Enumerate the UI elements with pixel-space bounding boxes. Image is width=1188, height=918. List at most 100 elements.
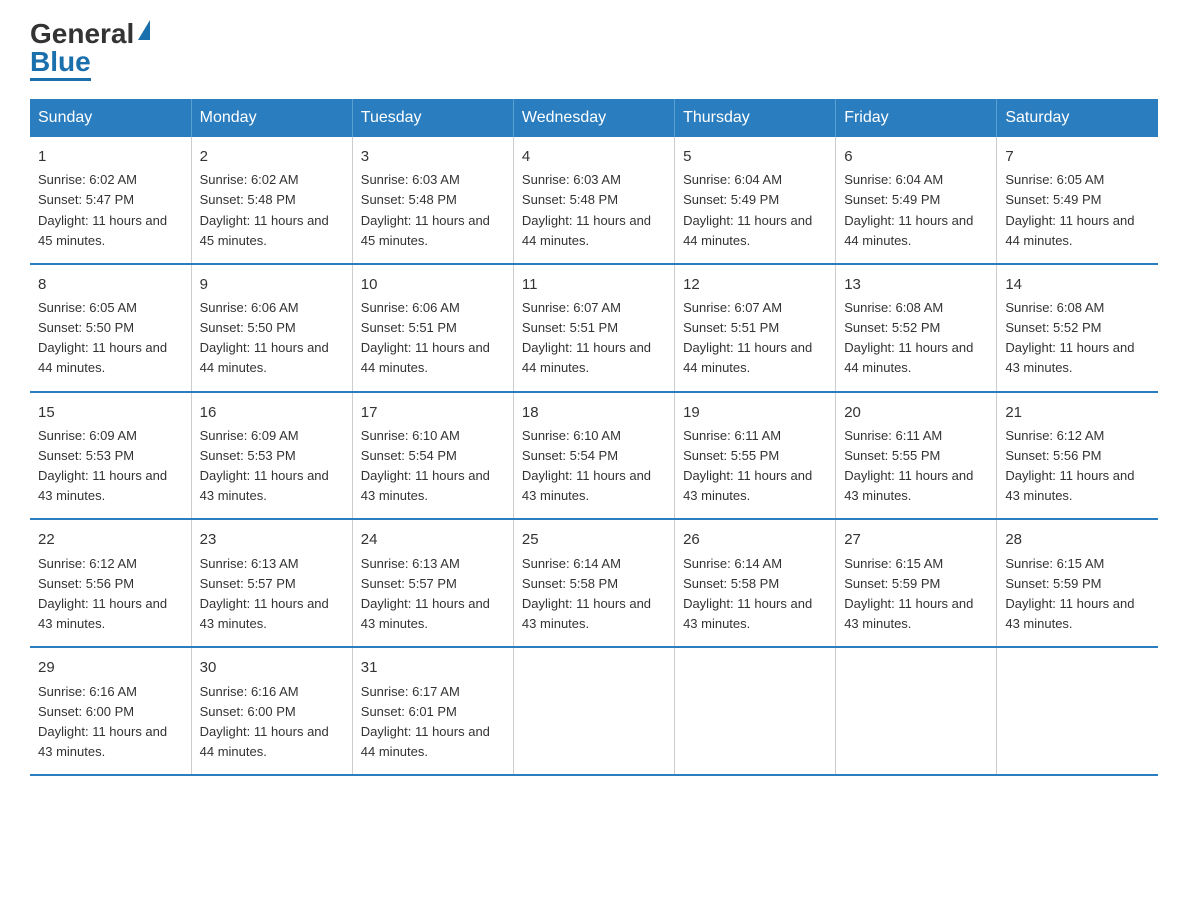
logo-underline <box>30 78 91 81</box>
day-number: 19 <box>683 401 827 424</box>
calendar-cell: 12 Sunrise: 6:07 AMSunset: 5:51 PMDayligh… <box>675 264 836 392</box>
day-number: 8 <box>38 273 183 296</box>
weekday-header-monday: Monday <box>191 99 352 137</box>
day-number: 24 <box>361 528 505 551</box>
day-info: Sunrise: 6:09 AMSunset: 5:53 PMDaylight:… <box>200 428 329 503</box>
day-info: Sunrise: 6:16 AMSunset: 6:00 PMDaylight:… <box>38 684 167 759</box>
day-number: 26 <box>683 528 827 551</box>
day-info: Sunrise: 6:02 AMSunset: 5:48 PMDaylight:… <box>200 172 329 247</box>
weekday-header-saturday: Saturday <box>997 99 1158 137</box>
day-info: Sunrise: 6:15 AMSunset: 5:59 PMDaylight:… <box>844 556 973 631</box>
day-info: Sunrise: 6:16 AMSunset: 6:00 PMDaylight:… <box>200 684 329 759</box>
day-number: 25 <box>522 528 666 551</box>
weekday-header-tuesday: Tuesday <box>352 99 513 137</box>
day-number: 15 <box>38 401 183 424</box>
calendar-table: SundayMondayTuesdayWednesdayThursdayFrid… <box>30 99 1158 776</box>
day-info: Sunrise: 6:14 AMSunset: 5:58 PMDaylight:… <box>522 556 651 631</box>
day-number: 22 <box>38 528 183 551</box>
calendar-cell: 8Sunrise: 6:05 AMSunset: 5:50 PMDaylight… <box>30 264 191 392</box>
day-number: 28 <box>1005 528 1150 551</box>
day-info: Sunrise: 6:08 AMSunset: 5:52 PMDaylight:… <box>844 300 973 375</box>
day-number: 13 <box>844 273 988 296</box>
day-number: 10 <box>361 273 505 296</box>
weekday-header-row: SundayMondayTuesdayWednesdayThursdayFrid… <box>30 99 1158 137</box>
weekday-header-sunday: Sunday <box>30 99 191 137</box>
day-number: 9 <box>200 273 344 296</box>
calendar-cell: 1 Sunrise: 6:02 AMSunset: 5:47 PMDaylight… <box>30 137 191 264</box>
calendar-week-row: 29 Sunrise: 6:16 AMSunset: 6:00 PMDayligh… <box>30 647 1158 775</box>
day-info: Sunrise: 6:09 AMSunset: 5:53 PMDaylight:… <box>38 428 167 503</box>
day-info: Sunrise: 6:06 AMSunset: 5:50 PMDaylight:… <box>200 300 329 375</box>
day-info: Sunrise: 6:03 AMSunset: 5:48 PMDaylight:… <box>361 172 490 247</box>
calendar-cell: 25 Sunrise: 6:14 AMSunset: 5:58 PMDayligh… <box>513 519 674 647</box>
calendar-cell: 30 Sunrise: 6:16 AMSunset: 6:00 PMDayligh… <box>191 647 352 775</box>
calendar-cell <box>997 647 1158 775</box>
day-info: Sunrise: 6:03 AMSunset: 5:48 PMDaylight:… <box>522 172 651 247</box>
calendar-cell: 4Sunrise: 6:03 AMSunset: 5:48 PMDaylight… <box>513 137 674 264</box>
calendar-week-row: 1 Sunrise: 6:02 AMSunset: 5:47 PMDaylight… <box>30 137 1158 264</box>
day-number: 2 <box>200 145 344 168</box>
calendar-cell: 14 Sunrise: 6:08 AMSunset: 5:52 PMDayligh… <box>997 264 1158 392</box>
calendar-cell: 23 Sunrise: 6:13 AMSunset: 5:57 PMDayligh… <box>191 519 352 647</box>
calendar-cell: 27 Sunrise: 6:15 AMSunset: 5:59 PMDayligh… <box>836 519 997 647</box>
calendar-week-row: 22 Sunrise: 6:12 AMSunset: 5:56 PMDayligh… <box>30 519 1158 647</box>
day-number: 20 <box>844 401 988 424</box>
calendar-cell: 6Sunrise: 6:04 AMSunset: 5:49 PMDaylight… <box>836 137 997 264</box>
day-number: 14 <box>1005 273 1150 296</box>
day-number: 23 <box>200 528 344 551</box>
day-info: Sunrise: 6:11 AMSunset: 5:55 PMDaylight:… <box>683 428 812 503</box>
day-number: 12 <box>683 273 827 296</box>
day-number: 21 <box>1005 401 1150 424</box>
day-number: 6 <box>844 145 988 168</box>
day-info: Sunrise: 6:12 AMSunset: 5:56 PMDaylight:… <box>1005 428 1134 503</box>
day-number: 1 <box>38 145 183 168</box>
calendar-cell: 3 Sunrise: 6:03 AMSunset: 5:48 PMDaylight… <box>352 137 513 264</box>
calendar-cell: 17Sunrise: 6:10 AMSunset: 5:54 PMDayligh… <box>352 392 513 520</box>
calendar-cell: 9 Sunrise: 6:06 AMSunset: 5:50 PMDaylight… <box>191 264 352 392</box>
day-info: Sunrise: 6:14 AMSunset: 5:58 PMDaylight:… <box>683 556 812 631</box>
logo-triangle-icon <box>138 20 150 40</box>
calendar-cell: 26 Sunrise: 6:14 AMSunset: 5:58 PMDayligh… <box>675 519 836 647</box>
day-info: Sunrise: 6:04 AMSunset: 5:49 PMDaylight:… <box>683 172 812 247</box>
calendar-cell: 21 Sunrise: 6:12 AMSunset: 5:56 PMDayligh… <box>997 392 1158 520</box>
calendar-cell: 10Sunrise: 6:06 AMSunset: 5:51 PMDayligh… <box>352 264 513 392</box>
calendar-cell: 16Sunrise: 6:09 AMSunset: 5:53 PMDayligh… <box>191 392 352 520</box>
day-info: Sunrise: 6:02 AMSunset: 5:47 PMDaylight:… <box>38 172 167 247</box>
logo: General Blue <box>30 20 150 81</box>
day-number: 29 <box>38 656 183 679</box>
calendar-cell: 7Sunrise: 6:05 AMSunset: 5:49 PMDaylight… <box>997 137 1158 264</box>
day-number: 30 <box>200 656 344 679</box>
day-number: 27 <box>844 528 988 551</box>
day-number: 7 <box>1005 145 1150 168</box>
calendar-cell: 19 Sunrise: 6:11 AMSunset: 5:55 PMDayligh… <box>675 392 836 520</box>
calendar-cell: 18Sunrise: 6:10 AMSunset: 5:54 PMDayligh… <box>513 392 674 520</box>
day-info: Sunrise: 6:07 AMSunset: 5:51 PMDaylight:… <box>683 300 812 375</box>
day-info: Sunrise: 6:13 AMSunset: 5:57 PMDaylight:… <box>200 556 329 631</box>
calendar-cell: 28Sunrise: 6:15 AMSunset: 5:59 PMDayligh… <box>997 519 1158 647</box>
calendar-cell: 24 Sunrise: 6:13 AMSunset: 5:57 PMDayligh… <box>352 519 513 647</box>
day-number: 3 <box>361 145 505 168</box>
calendar-cell: 11Sunrise: 6:07 AMSunset: 5:51 PMDayligh… <box>513 264 674 392</box>
day-info: Sunrise: 6:08 AMSunset: 5:52 PMDaylight:… <box>1005 300 1134 375</box>
day-info: Sunrise: 6:10 AMSunset: 5:54 PMDaylight:… <box>522 428 651 503</box>
day-number: 11 <box>522 273 666 296</box>
day-info: Sunrise: 6:11 AMSunset: 5:55 PMDaylight:… <box>844 428 973 503</box>
calendar-cell <box>675 647 836 775</box>
day-info: Sunrise: 6:13 AMSunset: 5:57 PMDaylight:… <box>361 556 490 631</box>
calendar-cell: 13 Sunrise: 6:08 AMSunset: 5:52 PMDayligh… <box>836 264 997 392</box>
calendar-week-row: 8Sunrise: 6:05 AMSunset: 5:50 PMDaylight… <box>30 264 1158 392</box>
weekday-header-friday: Friday <box>836 99 997 137</box>
logo-general-text: General <box>30 20 134 48</box>
calendar-cell: 29 Sunrise: 6:16 AMSunset: 6:00 PMDayligh… <box>30 647 191 775</box>
day-number: 17 <box>361 401 505 424</box>
calendar-cell <box>513 647 674 775</box>
weekday-header-wednesday: Wednesday <box>513 99 674 137</box>
calendar-cell: 2 Sunrise: 6:02 AMSunset: 5:48 PMDaylight… <box>191 137 352 264</box>
calendar-cell: 31Sunrise: 6:17 AMSunset: 6:01 PMDayligh… <box>352 647 513 775</box>
calendar-cell: 5Sunrise: 6:04 AMSunset: 5:49 PMDaylight… <box>675 137 836 264</box>
calendar-cell: 22 Sunrise: 6:12 AMSunset: 5:56 PMDayligh… <box>30 519 191 647</box>
calendar-week-row: 15 Sunrise: 6:09 AMSunset: 5:53 PMDayligh… <box>30 392 1158 520</box>
day-info: Sunrise: 6:17 AMSunset: 6:01 PMDaylight:… <box>361 684 490 759</box>
day-info: Sunrise: 6:12 AMSunset: 5:56 PMDaylight:… <box>38 556 167 631</box>
header: General Blue <box>30 20 1158 81</box>
